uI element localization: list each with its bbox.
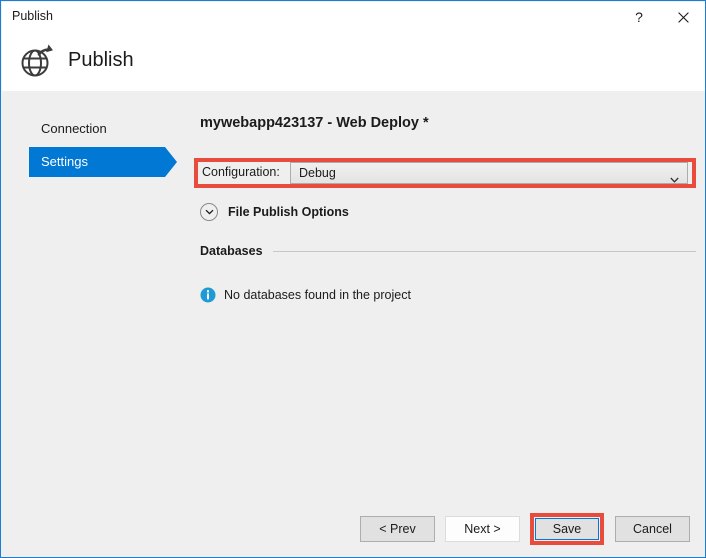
title-bar: Publish ? [2, 2, 706, 32]
sidebar-selection-arrow-icon [165, 147, 177, 177]
publish-dialog-window: Publish ? Publish Connection [0, 0, 706, 558]
chevron-down-icon[interactable] [200, 203, 218, 221]
info-icon [200, 287, 216, 303]
configuration-label: Configuration: [202, 165, 280, 179]
configuration-select[interactable]: Debug [290, 162, 688, 184]
save-button[interactable]: Save [535, 518, 599, 540]
sidebar: Connection Settings [2, 91, 187, 558]
configuration-select-value: Debug [299, 166, 336, 180]
dialog-header-title: Publish [68, 49, 134, 72]
databases-section-label: Databases [200, 244, 263, 258]
close-icon[interactable] [668, 2, 698, 32]
file-publish-options-label: File Publish Options [228, 205, 349, 219]
file-publish-options-row[interactable]: File Publish Options [200, 201, 349, 223]
section-divider [273, 251, 696, 252]
chevron-down-icon [670, 170, 679, 176]
prev-button[interactable]: < Prev [360, 516, 435, 542]
sidebar-item-settings[interactable]: Settings [29, 147, 165, 177]
help-button[interactable]: ? [624, 2, 654, 32]
page-title: mywebapp423137 - Web Deploy * [200, 115, 429, 131]
cancel-button[interactable]: Cancel [615, 516, 690, 542]
databases-section-header: Databases [200, 243, 696, 259]
window-title: Publish [12, 9, 53, 23]
sidebar-item-connection[interactable]: Connection [29, 114, 107, 144]
globe-publish-icon [17, 42, 57, 82]
databases-message-row: No databases found in the project [200, 287, 411, 303]
dialog-header: Publish [2, 32, 706, 91]
databases-message: No databases found in the project [224, 288, 411, 302]
next-button[interactable]: Next > [445, 516, 520, 542]
settings-pane: mywebapp423137 - Web Deploy * Configurat… [187, 91, 706, 558]
dialog-body: Connection Settings mywebapp423137 - Web… [2, 91, 706, 558]
